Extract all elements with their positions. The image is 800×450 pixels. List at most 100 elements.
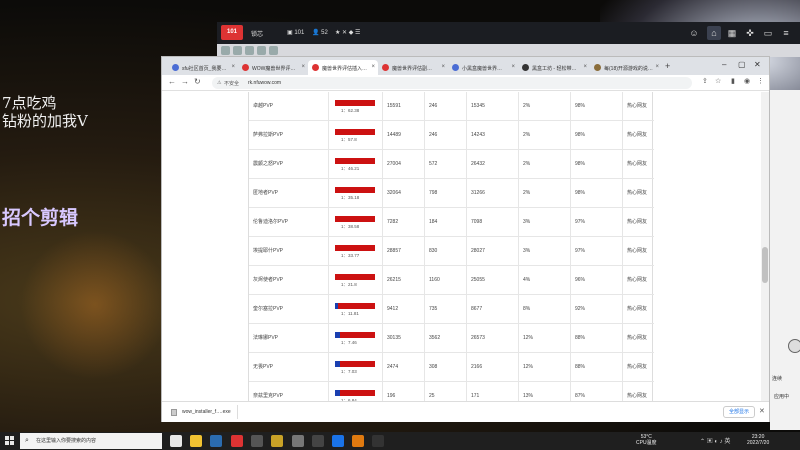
tab-close-icon[interactable]: × [441, 64, 445, 70]
search-placeholder: 在这里输入你要搜索的内容 [36, 438, 97, 444]
home-icon[interactable]: ⌂ [707, 26, 721, 40]
clock[interactable]: 23:20 2022/7/20 [747, 434, 769, 446]
contributor-tag: 热心网友 [627, 103, 648, 109]
browser-tab[interactable]: WOW魔兽世界评… × [238, 60, 308, 75]
ratio-text: 1：21.8 [341, 282, 357, 287]
server-ratio-table: 卓越PVP 1：62.38 15591 246 15345 2% 98% 热心网友 萨弗拉斯PV… [248, 92, 654, 401]
chat-icon[interactable] [788, 339, 800, 353]
profile-icon[interactable]: ◉ [744, 77, 750, 85]
browser-tab[interactable]: 魔兽世界评估副… × [378, 60, 448, 75]
file-explorer-icon[interactable] [190, 435, 202, 447]
alliance-count: 798 [425, 179, 467, 208]
reload-icon[interactable]: ↻ [194, 77, 201, 86]
menu-icon[interactable]: ≡ [779, 26, 793, 40]
close-download-bar-icon[interactable]: ✕ [759, 407, 765, 415]
app-icon-g[interactable] [332, 435, 344, 447]
tab-close-icon[interactable]: × [511, 64, 515, 70]
horde-count: 15345 [467, 92, 519, 121]
scrollbar-thumb[interactable] [762, 247, 768, 283]
system-tray[interactable]: ⌃ ▣ ◐ ♪ 英 [700, 436, 730, 445]
tab-close-icon[interactable]: × [655, 64, 659, 70]
alliance-percent: 2% [519, 179, 571, 208]
server-name: 卓越PVP [249, 92, 329, 121]
server-name: 伦鲁迪洛尔PVP [249, 208, 329, 237]
tab-favicon-icon [452, 64, 459, 71]
table-row: 法琳娜PVP 1：7.46 30135 3562 26573 12% 88% 热心网友 [249, 324, 654, 353]
app-icon-h[interactable] [352, 435, 364, 447]
close-icon[interactable]: ✕ [754, 60, 761, 69]
alliance-percent: 12% [519, 353, 571, 382]
app-title: 锁芯 [251, 32, 264, 38]
table-row: 萨弗拉斯PVP 1：57.8 14489 246 14243 2% 98% 热心网友 [249, 121, 654, 150]
horde-percent: 98% [571, 150, 623, 179]
total-count: 32064 [383, 179, 425, 208]
back-icon[interactable]: ← [168, 77, 176, 86]
share-icon[interactable]: ⇪ [702, 77, 708, 85]
faction-ratio-bar [335, 100, 375, 106]
total-count: 14489 [383, 121, 425, 150]
browser-tab[interactable]: sfu社区首页_我要… × [168, 60, 238, 75]
file-icon [171, 409, 177, 416]
app-icon-i[interactable] [372, 435, 384, 447]
taskbar-search-input[interactable]: ⌕ 在这里输入你要搜索的内容 [20, 433, 162, 449]
ratio-text: 1：11.81 [341, 311, 359, 316]
new-tab-button[interactable]: + [665, 61, 670, 71]
sidebar-icon[interactable]: ▮ [731, 77, 735, 85]
more-menu-icon[interactable]: ⋮ [757, 77, 764, 85]
tab-close-icon[interactable]: × [583, 64, 587, 70]
person-icon[interactable]: ☺ [687, 26, 701, 40]
chrome-icon[interactable] [170, 435, 182, 447]
ratio-bar-cell: 1：35.18 [329, 179, 383, 208]
grid-icon[interactable]: ▦ [725, 26, 739, 40]
contributor-tag: 热心网友 [627, 393, 648, 399]
tab-close-icon[interactable]: × [371, 64, 375, 70]
tab-label: 小黑盒魔兽世界… [462, 66, 503, 72]
horde-percent: 88% [571, 324, 623, 353]
minimize-icon[interactable]: – [722, 60, 726, 69]
ratio-bar-cell: 1：62.38 [329, 92, 383, 121]
browser-tab[interactable]: 黑盒工坊 - 轻松带… × [518, 60, 590, 75]
app-icon-c[interactable] [251, 435, 263, 447]
tab-close-icon[interactable]: × [301, 64, 305, 70]
chat-small-icon[interactable] [233, 46, 242, 55]
home-small-icon[interactable] [221, 46, 230, 55]
folder-icon[interactable]: ▭ [761, 26, 775, 40]
bookmark-star-icon[interactable]: ☆ [715, 77, 721, 85]
gamepad-icon[interactable]: ✜ [743, 26, 757, 40]
vertical-scrollbar[interactable] [761, 92, 769, 401]
app-icon-b[interactable] [231, 435, 243, 447]
maximize-icon[interactable]: ▢ [738, 60, 746, 69]
ratio-text: 1：7.03 [341, 369, 357, 374]
app-icon-e[interactable] [292, 435, 304, 447]
download-item[interactable]: wow_installer_f….exe [168, 405, 238, 419]
tab-label: 每(18)开源游戏的说… [604, 66, 653, 72]
ratio-bar-cell: 1：46.21 [329, 150, 383, 179]
tab-close-icon[interactable]: × [231, 64, 235, 70]
badge-count: 101 [294, 30, 305, 36]
table-row: 震颤之怒PVP 1：46.21 27004 572 26432 2% 98% 热心网友 [249, 150, 654, 179]
app-icon-a[interactable] [210, 435, 222, 447]
total-count: 196 [383, 382, 425, 401]
cpu-temp-label: CPU温度 [636, 440, 657, 446]
alliance-percent: 2% [519, 150, 571, 179]
forward-icon[interactable]: → [181, 77, 189, 86]
browser-tab[interactable]: 小黑盒魔兽世界… × [448, 60, 518, 75]
backdrop-glow [20, 230, 170, 380]
windows-start-icon[interactable] [5, 436, 15, 446]
browser-tab[interactable]: 每(18)开源游戏的说… × [590, 60, 662, 75]
app-icon-d[interactable] [271, 435, 283, 447]
share-small-icon[interactable] [257, 46, 266, 55]
table-row: 灰烬使者PVP 1：21.8 26215 1160 25055 4% 96% 热心网友 [249, 266, 654, 295]
browser-tab-active[interactable]: 魔兽世界评估插入… × [308, 60, 378, 75]
show-all-button[interactable]: 全部显示 [723, 406, 756, 418]
app-logo: 101 [221, 25, 243, 40]
alliance-count: 1160 [425, 266, 467, 295]
horde-count: 28027 [467, 237, 519, 266]
url-field[interactable]: ⚠ 不安全 rk.nfuwow.com [212, 77, 692, 89]
gift-small-icon[interactable] [245, 46, 254, 55]
search-small-icon[interactable] [269, 46, 278, 55]
faction-ratio-bar [335, 332, 375, 338]
table-row: 奎尔塞拉PVP 1：11.81 9412 735 8677 8% 92% 热心网友 [249, 295, 654, 324]
ratio-bar-cell: 1：21.8 [329, 266, 383, 295]
app-icon-f[interactable] [312, 435, 324, 447]
